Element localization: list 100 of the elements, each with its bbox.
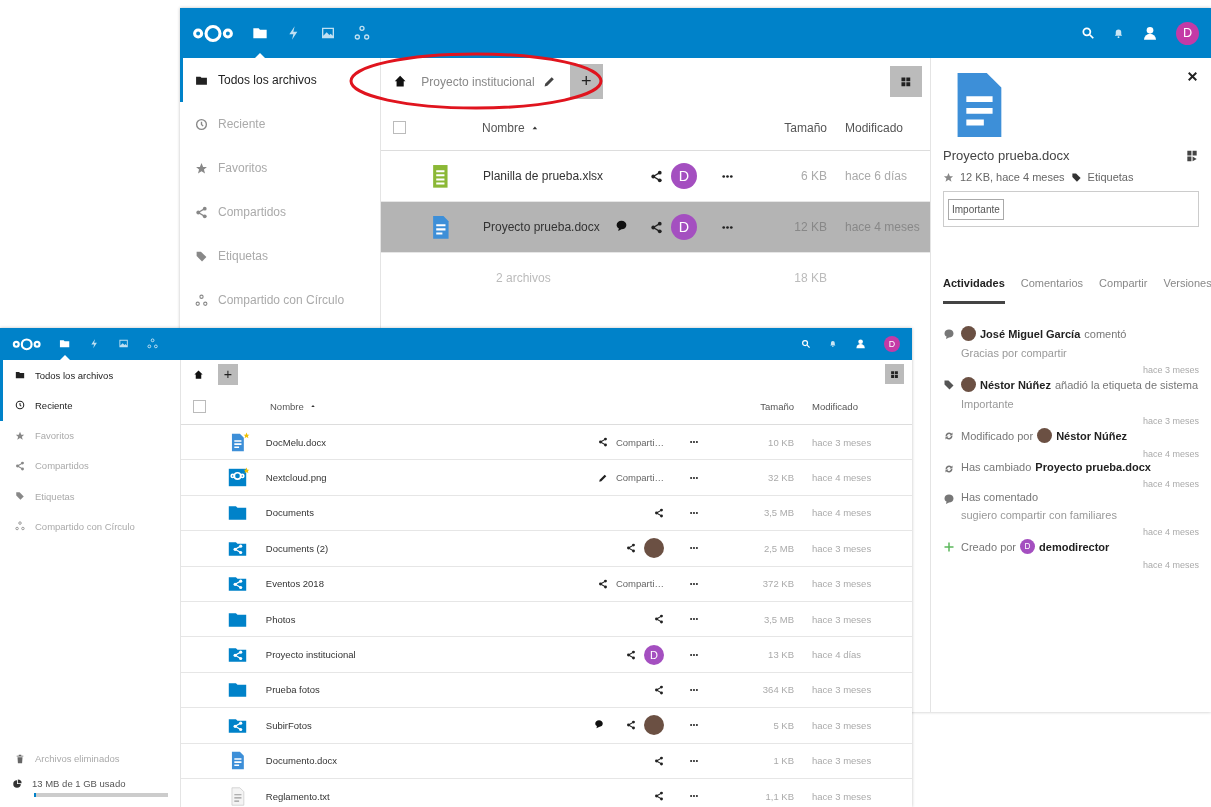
share-icon[interactable] [654, 755, 664, 766]
share-icon[interactable] [650, 169, 663, 183]
total-size: 18 KB [793, 271, 827, 285]
bell-icon[interactable] [829, 340, 837, 348]
column-header[interactable]: Nombre [482, 120, 525, 135]
file-size: 1,1 KB [764, 790, 794, 802]
share-icon[interactable] [626, 720, 636, 731]
search-icon[interactable] [1081, 26, 1095, 40]
grid-view-button[interactable] [884, 364, 904, 384]
breadcrumb-link[interactable]: Proyecto institucional [421, 74, 535, 89]
column-header[interactable]: Modificado [794, 400, 912, 412]
file-date: hace 3 meses [811, 755, 873, 767]
new-button[interactable]: + [218, 363, 238, 385]
file-date: hace 4 meses [811, 472, 873, 484]
pencil-icon [597, 472, 608, 483]
select-all-checkbox[interactable] [193, 399, 206, 413]
panel-tab[interactable]: Actividades [943, 277, 1005, 304]
file-name: Documents [265, 507, 315, 519]
share-icon[interactable] [654, 507, 664, 518]
clock-icon [195, 117, 208, 131]
share-icon[interactable] [650, 220, 663, 234]
panel-tab[interactable]: Compartir [1099, 277, 1148, 304]
column-header[interactable]: Tamaño [757, 120, 827, 135]
share-icon[interactable] [654, 614, 664, 625]
tag-chip[interactable]: Importante [948, 198, 1004, 220]
file-row[interactable]: DocMelu.docx Comparti… 10 KB hace 3 meses [181, 425, 912, 461]
file-date: hace 6 días [844, 169, 909, 183]
activity-text: Has cambiado [961, 461, 1032, 473]
sidebar-item[interactable]: Reciente [0, 390, 180, 421]
share-icon [597, 578, 608, 589]
share-label[interactable]: Comparti… [615, 436, 664, 448]
tags-field[interactable]: Importante [943, 191, 1199, 227]
comment-icon [943, 493, 955, 505]
user-avatar: D [1176, 21, 1199, 45]
share-icon[interactable] [626, 649, 636, 660]
folder-icon [228, 680, 247, 700]
file-date: hace 4 días [811, 649, 863, 661]
column-header[interactable]: Tamaño [724, 400, 794, 412]
panel-tab[interactable]: Comentarios [1020, 277, 1084, 304]
logo-icon [12, 336, 42, 352]
sidebar-item[interactable]: Todos los archivos [180, 58, 380, 102]
file-row[interactable]: Reglamento.txt 1,1 KB hace 3 meses [181, 778, 912, 807]
file-date: hace 3 meses [811, 719, 873, 731]
close-icon[interactable] [1186, 70, 1199, 83]
circles-icon [354, 25, 370, 41]
file-row[interactable]: SubirFotos 5 KB hace 3 meses [181, 708, 912, 744]
tags-link[interactable]: Etiquetas [1087, 171, 1134, 183]
activity-text: Has comentado [961, 491, 1039, 503]
comment-icon[interactable] [594, 719, 604, 730]
tag-icon [15, 491, 25, 502]
home-icon[interactable] [393, 74, 408, 89]
grid-view-button[interactable] [890, 65, 922, 98]
activity-text: Creado por [961, 540, 1017, 553]
person-icon[interactable] [1142, 25, 1158, 41]
comment-icon[interactable] [615, 219, 628, 232]
circles-icon [146, 338, 159, 350]
column-header[interactable]: Nombre [270, 400, 304, 412]
sidebar-item[interactable]: Todos los archivos [0, 360, 180, 391]
user-avatar [644, 538, 664, 559]
column-header[interactable]: Modificado [827, 120, 930, 135]
grid-icon [890, 369, 899, 379]
user-avatar [644, 715, 664, 736]
activity-subject: Proyecto prueba.docx [1035, 461, 1151, 473]
file-name: Documents (2) [265, 542, 330, 554]
star-icon [195, 161, 208, 175]
panel-tab[interactable]: Versiones [1163, 277, 1211, 304]
shared-folder-icon [228, 574, 247, 594]
share-icon[interactable] [626, 543, 636, 554]
file-date: hace 3 meses [811, 613, 873, 625]
file-row[interactable]: Nextcloud.png Comparti… 32 KB hace 4 meses [181, 460, 912, 496]
file-row[interactable]: Documents (2) 2,5 MB hace 3 meses [181, 531, 912, 567]
details-icon[interactable] [1185, 148, 1199, 163]
share-label[interactable]: Comparti… [615, 472, 664, 484]
folder-icon [228, 503, 247, 523]
pencil-icon[interactable] [542, 75, 556, 88]
quota-text: 13 MB de 1 GB usado [32, 778, 126, 789]
search-icon[interactable] [801, 339, 812, 349]
activity-text: comentó [1084, 327, 1127, 340]
file-name: Prueba fotos [265, 684, 321, 696]
activity-time: hace 3 meses [1142, 365, 1199, 375]
user-avatar: D [671, 163, 697, 189]
file-row[interactable]: Eventos 2018 Comparti… 372 KB hace 3 meses [181, 566, 912, 602]
folder-icon [15, 370, 25, 381]
bell-icon[interactable] [1113, 27, 1124, 39]
activity-subject: demodirector [1039, 540, 1110, 553]
home-icon[interactable] [193, 368, 204, 380]
file-size: 5 KB [772, 719, 794, 731]
person-icon[interactable] [854, 338, 866, 350]
file-row[interactable]: Documents 3,5 MB hace 4 meses [181, 495, 912, 532]
file-row[interactable]: Proyecto institucional D 13 KB hace 4 días [181, 637, 912, 673]
select-all-checkbox[interactable] [393, 121, 406, 134]
share-icon[interactable] [654, 684, 664, 695]
file-row[interactable]: Documento.docx 1 KB hace 3 meses [181, 743, 912, 779]
star-icon[interactable] [943, 171, 954, 183]
share-icon[interactable] [654, 791, 664, 802]
file-row[interactable]: Photos 3,5 MB hace 3 meses [181, 601, 912, 638]
share-label[interactable]: Comparti… [615, 578, 664, 590]
file-row[interactable]: Prueba fotos 364 KB hace 3 meses [181, 672, 912, 709]
file-name: Planilla de prueba.xlsx [483, 169, 605, 183]
caret-icon [309, 403, 316, 409]
